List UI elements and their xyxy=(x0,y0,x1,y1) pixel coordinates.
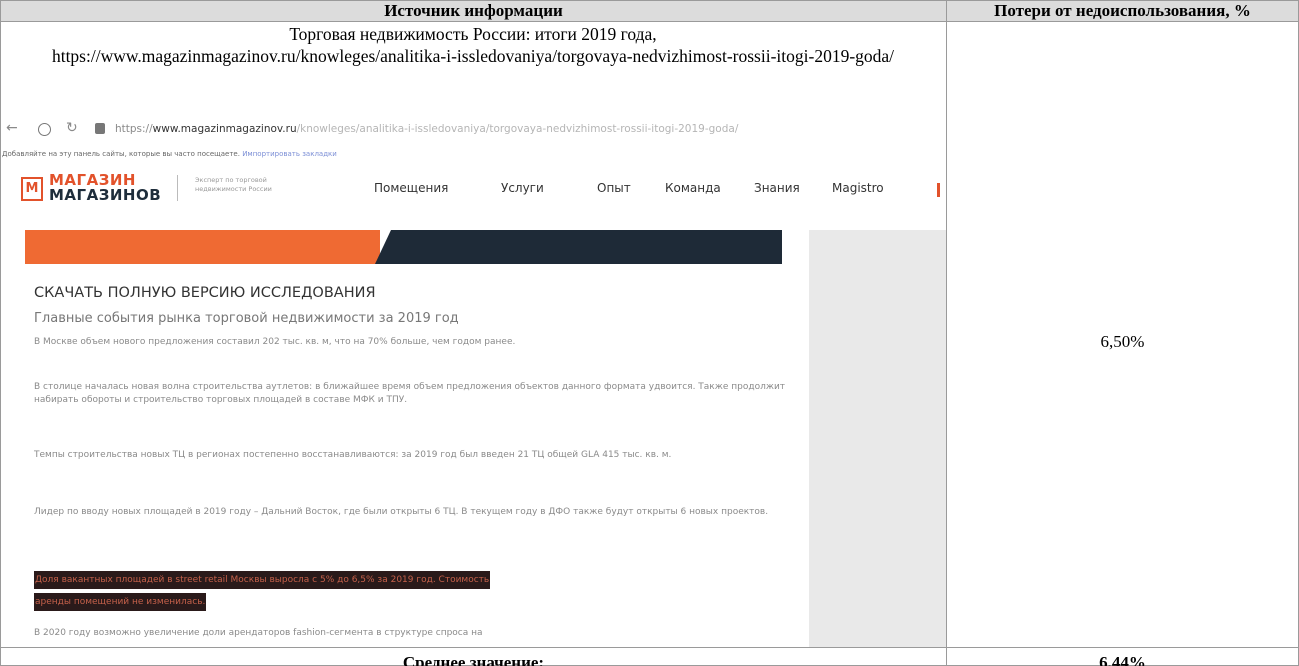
paragraph: В Москве объем нового предложения состав… xyxy=(34,337,516,347)
menu-accent xyxy=(937,183,940,197)
footer-value-cell: 6,44% xyxy=(946,647,1299,666)
article: СКАЧАТЬ ПОЛНУЮ ВЕРСИЮ ИССЛЕДОВАНИЯ Главн… xyxy=(25,230,809,648)
loss-cell: 6,50% xyxy=(946,21,1299,648)
paragraph: Лидер по вводу новых площадей в 2019 год… xyxy=(34,507,769,517)
footer-value: 6,44% xyxy=(1099,653,1146,666)
banner-orange xyxy=(25,230,380,264)
article-heading: СКАЧАТЬ ПОЛНУЮ ВЕРСИЮ ИССЛЕДОВАНИЯ xyxy=(34,285,376,301)
header-loss-cell: Потери от недоиспользования, % xyxy=(946,0,1299,22)
tagline: Эксперт по торговой недвижимости России xyxy=(195,176,272,193)
embedded-screenshot: ← ↻ https://www.magazinmagazinov.ru/know… xyxy=(2,112,946,648)
menu-item-uslugi: Услуги xyxy=(501,181,544,195)
source-text: Торговая недвижимость России: итоги 2019… xyxy=(1,22,945,67)
paragraph: Темпы строительства новых ТЦ в регионах … xyxy=(34,450,672,460)
footer-label: Среднее значение: xyxy=(402,653,545,666)
address-url: https://www.magazinmagazinov.ru/knowlege… xyxy=(115,123,739,135)
site-header: М МАГАЗИН МАГАЗИНОВ Эксперт по торговой … xyxy=(2,167,946,227)
loss-value: 6,50% xyxy=(1100,332,1145,351)
paragraph: В 2020 году возможно увеличение доли аре… xyxy=(34,628,483,638)
lock-icon xyxy=(95,123,105,134)
logo-text: МАГАЗИН МАГАЗИНОВ xyxy=(49,171,162,204)
menu-item-znaniya: Знания xyxy=(754,181,800,195)
article-subheading: Главные события рынка торговой недвижимо… xyxy=(34,311,459,326)
highlighted-paragraph: Доля вакантных площадей в street retail … xyxy=(34,567,770,611)
paragraph: В столице началась новая волна строитель… xyxy=(34,382,786,405)
browser-address-bar: ← ↻ https://www.magazinmagazinov.ru/know… xyxy=(2,120,946,140)
header-source-cell: Источник информации xyxy=(0,0,947,22)
shield-icon xyxy=(38,123,51,136)
source-title: Торговая недвижимость России: итоги 2019… xyxy=(289,24,657,44)
footer-label-cell: Среднее значение: xyxy=(0,647,947,666)
header-loss: Потери от недоиспользования, % xyxy=(994,1,1251,20)
header-source: Источник информации xyxy=(384,1,563,20)
source-cell: Торговая недвижимость России: итоги 2019… xyxy=(0,21,947,648)
menu-item-pomeshcheniya: Помещения xyxy=(374,181,449,195)
logo-icon: М xyxy=(21,177,43,201)
data-table: Источник информации Потери от недоисполь… xyxy=(0,0,1299,666)
menu-item-komanda: Команда xyxy=(665,181,721,195)
source-url[interactable]: https://www.magazinmagazinov.ru/knowlege… xyxy=(1,45,945,67)
logo-divider xyxy=(177,175,178,201)
menu-item-opyt: Опыт xyxy=(597,181,631,195)
back-arrow-icon: ← xyxy=(6,120,18,136)
reload-icon: ↻ xyxy=(66,120,78,136)
sidebar xyxy=(809,230,946,648)
menu-item-magistro: Magistro xyxy=(832,181,884,195)
bookmarks-bar: Добавляйте на эту панель сайты, которые … xyxy=(2,150,337,158)
import-bookmarks-link: Импортировать закладки xyxy=(242,150,337,158)
